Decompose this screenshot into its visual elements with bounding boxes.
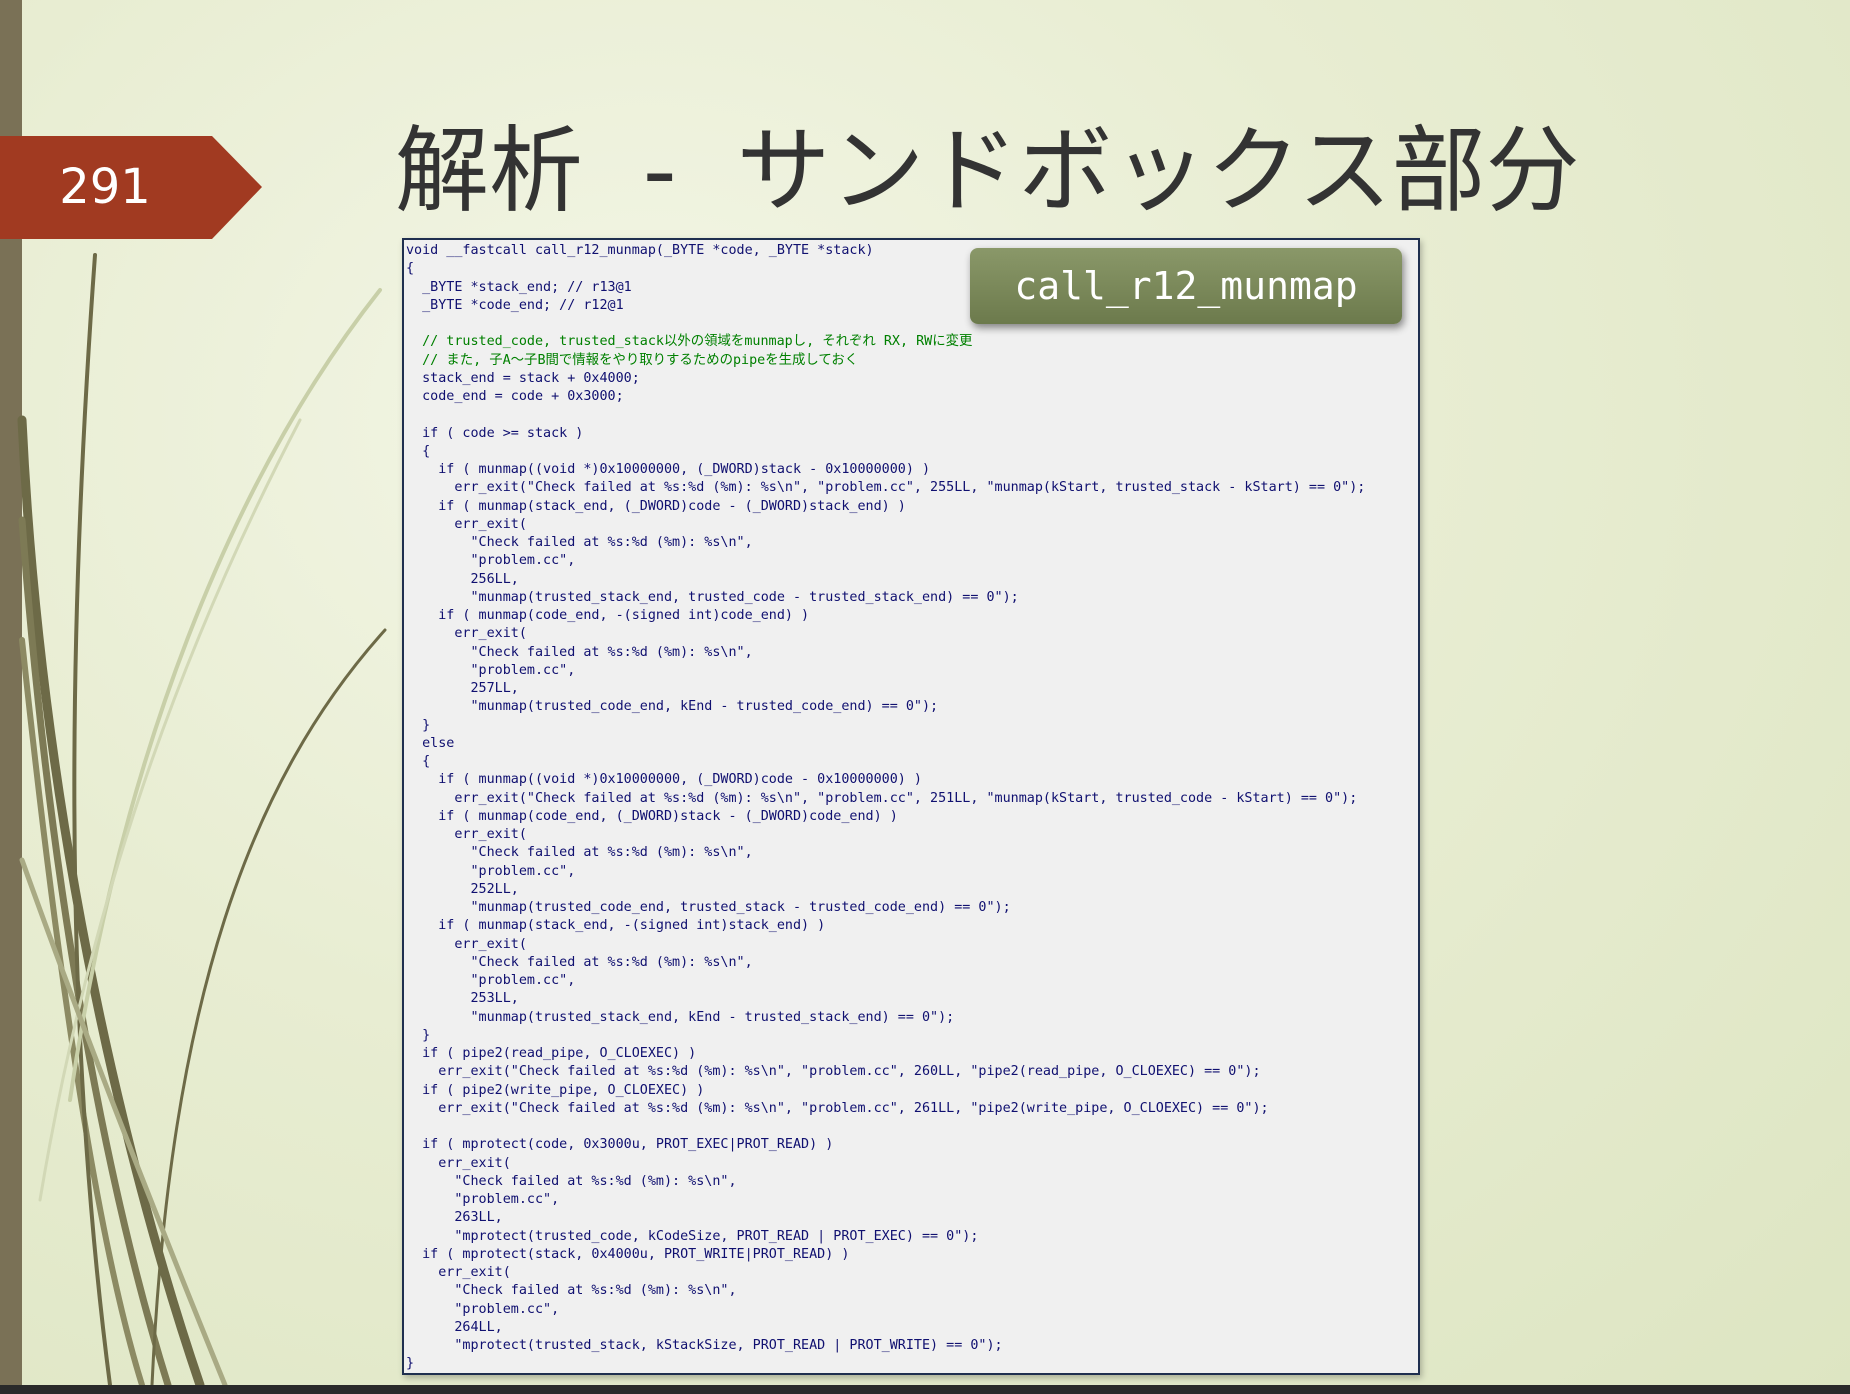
code-line: err_exit( (406, 936, 527, 952)
code-line: err_exit( (406, 626, 527, 642)
code-line: "problem.cc", (406, 973, 576, 988)
code-line: if ( pipe2(write_pipe, O_CLOEXEC) ) (406, 1082, 705, 1098)
code-line: if ( mprotect(code, 0x3000u, PROT_EXEC|P… (406, 1137, 834, 1153)
code-line: else (406, 735, 455, 751)
code-line: "problem.cc", (406, 662, 576, 678)
code-line: } (406, 717, 431, 733)
code-line: if ( munmap(stack_end, (_DWORD)code - (_… (406, 498, 906, 514)
code-line: // trusted_code, trusted_stack以外の領域をmunm… (406, 334, 973, 350)
code-line: { (406, 754, 431, 769)
code-line: } (406, 1356, 415, 1372)
code-line: "Check failed at %s:%d (%m): %s\n", (406, 1173, 737, 1189)
code-line: stack_end = stack + 0x4000; (406, 370, 640, 386)
code-line: { (406, 443, 431, 459)
function-name-badge: call_r12_munmap (970, 248, 1402, 324)
code-screenshot-panel: void __fastcall call_r12_munmap(_BYTE *c… (402, 238, 1420, 1375)
code-line: 253LL, (406, 991, 519, 1007)
code-line: err_exit( (406, 1265, 511, 1280)
code-line: err_exit("Check failed at %s:%d (%m): %s… (406, 1064, 1261, 1080)
code-line: err_exit( (406, 1155, 511, 1171)
code-line: 263LL, (406, 1210, 503, 1226)
code-line: if ( munmap(stack_end, -(signed int)stac… (406, 918, 826, 934)
code-line: err_exit("Check failed at %s:%d (%m): %s… (406, 1100, 1269, 1116)
code-line: if ( pipe2(read_pipe, O_CLOEXEC) ) (406, 1046, 697, 1061)
bottom-bar (0, 1385, 1850, 1394)
code-line: "problem.cc", (406, 1192, 560, 1207)
code-line: // また, 子A〜子B間で情報をやり取りするためのpipeを生成しておく (406, 352, 859, 368)
code-line: "Check failed at %s:%d (%m): %s\n", (406, 954, 753, 970)
code-line: err_exit("Check failed at %s:%d (%m): %s… (406, 480, 1366, 496)
slide-title: 解析 - サンドボックス部分 (395, 117, 1580, 226)
code-line: if ( code >= stack ) (406, 425, 584, 441)
code-line: "munmap(trusted_code_end, kEnd - trusted… (406, 699, 939, 715)
code-line: err_exit( (406, 516, 527, 532)
code-line: 257LL, (406, 681, 519, 696)
code-line: 264LL, (406, 1319, 503, 1335)
code-line: "munmap(trusted_code_end, trusted_stack … (406, 900, 1011, 915)
code-line: } (406, 1027, 431, 1043)
code-line: "munmap(trusted_stack_end, trusted_code … (406, 589, 1019, 605)
code-line: "mprotect(trusted_code, kCodeSize, PROT_… (406, 1228, 979, 1244)
code-line: "Check failed at %s:%d (%m): %s\n", (406, 644, 753, 660)
code-line: if ( munmap(code_end, (_DWORD)stack - (_… (406, 808, 898, 824)
code-line: err_exit("Check failed at %s:%d (%m): %s… (406, 790, 1358, 806)
code-line: if ( mprotect(stack, 0x4000u, PROT_WRITE… (406, 1246, 850, 1262)
code-line: 256LL, (406, 571, 519, 587)
code-listing: void __fastcall call_r12_munmap(_BYTE *c… (404, 240, 1418, 1373)
code-line: "munmap(trusted_stack_end, kEnd - truste… (406, 1009, 955, 1025)
code-line: "mprotect(trusted_stack, kStackSize, PRO… (406, 1338, 1003, 1353)
code-line: "problem.cc", (406, 553, 576, 569)
code-line: "problem.cc", (406, 863, 576, 879)
code-line: err_exit( (406, 827, 527, 842)
code-line: "Check failed at %s:%d (%m): %s\n", (406, 535, 753, 550)
code-line: if ( munmap((void *)0x10000000, (_DWORD)… (406, 772, 922, 788)
code-line: "problem.cc", (406, 1301, 560, 1317)
code-line: code_end = code + 0x3000; (406, 389, 624, 404)
code-line: if ( munmap(code_end, -(signed int)code_… (406, 608, 810, 623)
slide-number: 291 (59, 159, 151, 215)
code-line: 252LL, (406, 881, 519, 897)
slide: 291 解析 - サンドボックス部分 void __fastcall call_… (0, 0, 1850, 1394)
code-line: "Check failed at %s:%d (%m): %s\n", (406, 1283, 737, 1299)
code-line: if ( munmap((void *)0x10000000, (_DWORD)… (406, 462, 931, 477)
code-line: "Check failed at %s:%d (%m): %s\n", (406, 845, 753, 861)
